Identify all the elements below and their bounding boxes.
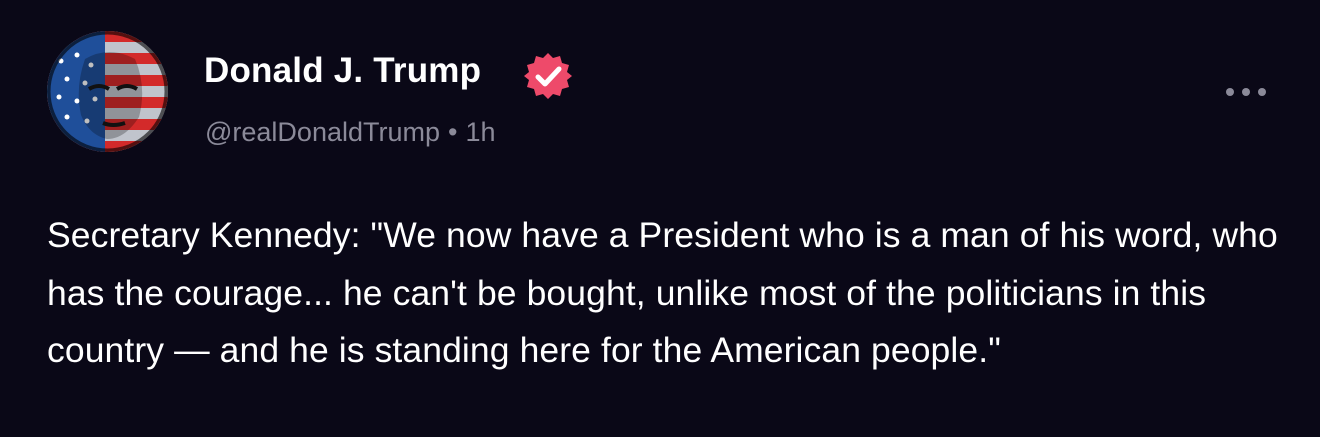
more-options-icon[interactable] bbox=[1224, 80, 1268, 104]
display-name[interactable]: Donald J. Trump bbox=[204, 51, 481, 91]
verified-badge-icon bbox=[524, 53, 572, 99]
post-card: Donald J. Trump @realDonaldTrump • 1h Secr… bbox=[0, 0, 1320, 437]
avatar[interactable] bbox=[47, 31, 168, 152]
post-text: Secretary Kennedy: "We now have a Presid… bbox=[47, 215, 1278, 370]
meta-separator: • bbox=[448, 117, 458, 147]
timestamp[interactable]: 1h bbox=[465, 117, 495, 147]
handle[interactable]: @realDonaldTrump bbox=[205, 117, 440, 147]
avatar-image bbox=[47, 31, 168, 152]
post-meta: @realDonaldTrump • 1h bbox=[205, 117, 496, 148]
